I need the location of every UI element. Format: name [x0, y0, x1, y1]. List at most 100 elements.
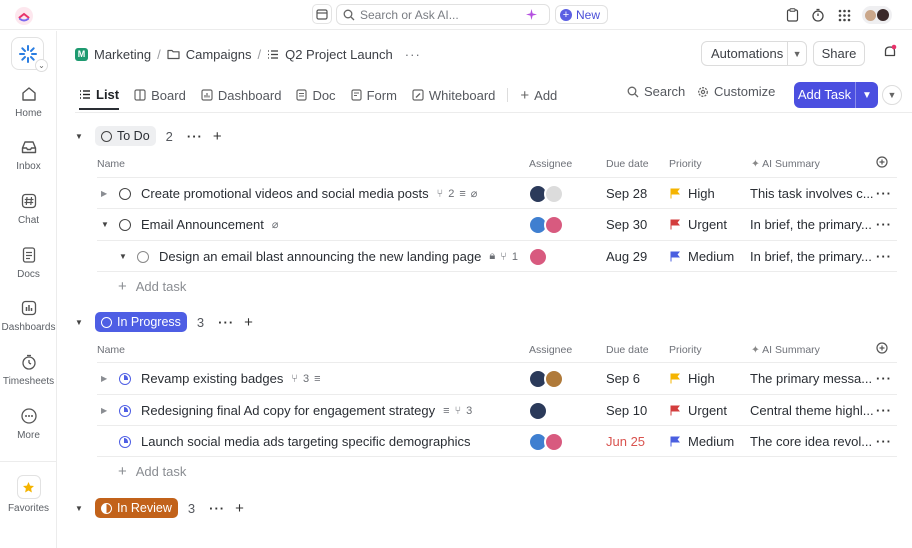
status-progress-icon[interactable] [119, 404, 131, 417]
tab-form[interactable]: Form [350, 80, 397, 110]
status-progress-icon[interactable] [119, 435, 131, 448]
status-pill[interactable]: In Progress [95, 312, 187, 332]
due-date[interactable]: Sep 10 [606, 395, 647, 426]
ai-summary[interactable]: Central theme highl... [750, 395, 874, 426]
calendar-icon[interactable] [312, 4, 332, 24]
subtask-row[interactable]: ▼ Design an email blast announcing the n… [97, 240, 897, 271]
search-bar[interactable]: Search or Ask AI... [336, 4, 550, 25]
automations-button[interactable]: Automations ▼ [701, 41, 807, 66]
more-options-icon[interactable]: ··· [187, 129, 203, 144]
priority-cell[interactable]: Urgent [670, 395, 727, 426]
priority-cell[interactable]: Medium [670, 241, 734, 272]
tab-add-view[interactable]: + Add [520, 80, 557, 110]
collapse-caret-icon[interactable]: ▼ [75, 318, 95, 327]
assignee-avatars[interactable] [528, 395, 548, 426]
status-circle-icon[interactable] [119, 218, 131, 231]
due-date[interactable]: Aug 29 [606, 241, 647, 272]
task-name[interactable]: Revamp existing badges [141, 371, 283, 386]
add-column-icon[interactable] [876, 342, 888, 357]
sidebar-item-favorites[interactable]: Favorites [0, 474, 57, 514]
ai-summary[interactable]: The primary messa... [750, 363, 872, 394]
tab-whiteboard[interactable]: Whiteboard [412, 80, 495, 110]
task-name[interactable]: Design an email blast announcing the new… [159, 249, 481, 264]
ai-summary[interactable]: This task involves c... [750, 178, 874, 209]
tab-doc[interactable]: Doc [296, 80, 336, 110]
search-button[interactable]: Search [627, 84, 685, 99]
sidebar-item-chat[interactable]: Chat [0, 190, 57, 226]
add-task-inline[interactable]: + Add task [118, 463, 186, 480]
status-pill[interactable]: In Review [95, 498, 178, 518]
chevron-down-icon[interactable]: ▼ [856, 90, 878, 101]
column-assignee[interactable]: Assignee [529, 158, 572, 170]
status-circle-icon[interactable] [137, 250, 149, 263]
column-ai-summary[interactable]: ✦ AI Summary [751, 158, 820, 170]
add-column-icon[interactable] [876, 156, 888, 171]
more-options-icon[interactable]: ··· [209, 501, 225, 516]
task-row[interactable]: Launch social media ads targeting specif… [97, 425, 897, 456]
due-date-overdue[interactable]: Jun 25 [606, 426, 645, 457]
priority-cell[interactable]: High [670, 178, 715, 209]
assignee-avatars[interactable] [528, 209, 564, 240]
timer-icon[interactable] [810, 7, 826, 23]
chevron-down-icon[interactable]: ⌄ [35, 59, 48, 72]
expand-caret-icon[interactable]: ▶ [101, 406, 111, 415]
status-progress-icon[interactable] [119, 372, 131, 385]
clickup-logo-icon[interactable] [14, 6, 34, 26]
sidebar-item-docs[interactable]: Docs [0, 244, 57, 280]
task-name[interactable]: Redesigning final Ad copy for engagement… [141, 403, 435, 418]
ai-summary[interactable]: The core idea revol... [750, 426, 872, 457]
notification-icon[interactable] [883, 44, 897, 63]
plus-icon[interactable]: + [244, 314, 253, 331]
more-options-icon[interactable]: ··· [218, 315, 234, 330]
sidebar-item-dashboards[interactable]: Dashboards [0, 297, 57, 333]
task-row[interactable]: ▶ Revamp existing badges ⑂ 3 ≡ Sep 6 High… [97, 362, 897, 393]
ai-summary[interactable]: In brief, the primary... [750, 209, 872, 240]
sidebar-item-more[interactable]: More [0, 405, 57, 441]
expand-caret-icon[interactable]: ▼ [101, 220, 111, 229]
row-more-icon[interactable]: ··· [876, 241, 892, 272]
column-assignee[interactable]: Assignee [529, 344, 572, 356]
collapse-caret-icon[interactable]: ▼ [75, 504, 95, 513]
new-button[interactable]: + New [555, 5, 609, 24]
plus-icon[interactable]: + [235, 500, 244, 517]
assignee-avatars[interactable] [528, 426, 564, 457]
share-button[interactable]: Share [813, 41, 865, 66]
tab-board[interactable]: Board [134, 80, 186, 110]
tab-dashboard[interactable]: Dashboard [201, 80, 281, 110]
breadcrumb-folder[interactable]: Campaigns [186, 47, 252, 62]
due-date[interactable]: Sep 6 [606, 363, 640, 394]
priority-cell[interactable]: Urgent [670, 209, 727, 240]
column-priority[interactable]: Priority [669, 158, 702, 170]
column-ai-summary[interactable]: ✦ AI Summary [751, 344, 820, 356]
assignee-avatars[interactable] [528, 178, 564, 209]
row-more-icon[interactable]: ··· [876, 363, 892, 394]
sidebar-item-home[interactable]: Home [0, 83, 57, 119]
column-due-date[interactable]: Due date [606, 158, 649, 170]
ai-summary[interactable]: In brief, the primary... [750, 241, 872, 272]
column-priority[interactable]: Priority [669, 344, 702, 356]
row-more-icon[interactable]: ··· [876, 178, 892, 209]
assignee-avatars[interactable] [528, 363, 564, 394]
due-date[interactable]: Sep 28 [606, 178, 647, 209]
customize-button[interactable]: Customize [697, 84, 775, 99]
expand-caret-icon[interactable]: ▶ [101, 189, 111, 198]
expand-caret-icon[interactable]: ▶ [101, 374, 111, 383]
row-more-icon[interactable]: ··· [876, 209, 892, 240]
add-task-inline[interactable]: + Add task [118, 278, 186, 295]
status-pill[interactable]: To Do [95, 126, 156, 146]
due-date[interactable]: Sep 30 [606, 209, 647, 240]
apps-grid-icon[interactable] [836, 7, 852, 23]
task-row[interactable]: ▶ Create promotional videos and social m… [97, 177, 897, 208]
column-due-date[interactable]: Due date [606, 344, 649, 356]
column-name[interactable]: Name [97, 344, 125, 356]
sidebar-item-inbox[interactable]: Inbox [0, 136, 57, 172]
task-row[interactable]: ▼ Email Announcement ⌀ Sep 30 Urgent In … [97, 208, 897, 239]
plus-icon[interactable]: + [213, 128, 222, 145]
add-task-button[interactable]: Add Task ▼ [794, 82, 878, 108]
task-name[interactable]: Email Announcement [141, 217, 264, 232]
task-name[interactable]: Create promotional videos and social med… [141, 186, 429, 201]
chevron-down-icon[interactable]: ▼ [788, 49, 806, 59]
status-circle-icon[interactable] [119, 187, 131, 200]
user-avatar[interactable] [862, 6, 892, 24]
sidebar-item-timesheets[interactable]: Timesheets [0, 351, 57, 387]
